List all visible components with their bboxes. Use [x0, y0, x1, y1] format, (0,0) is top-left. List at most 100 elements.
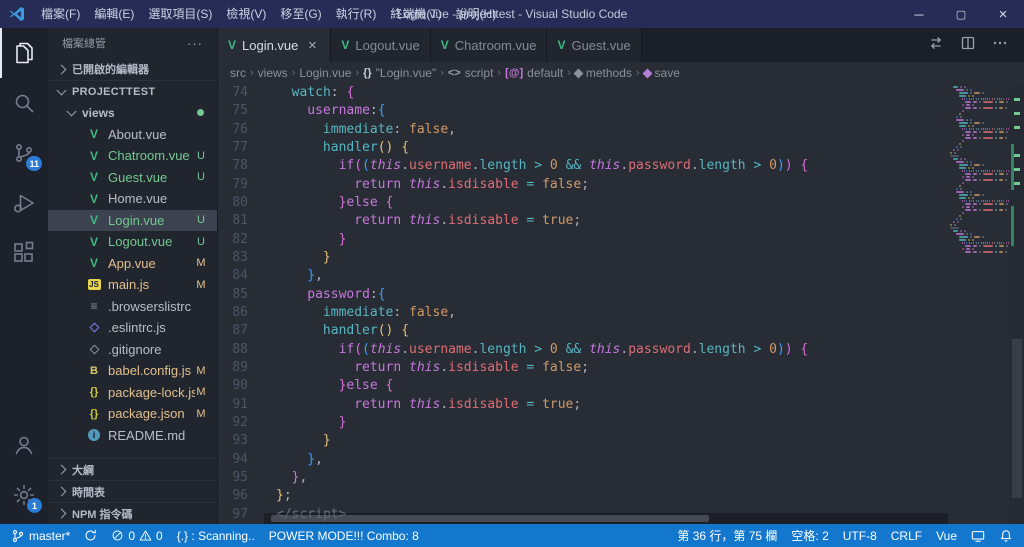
source-control-icon[interactable]: 11	[0, 128, 48, 178]
line-number[interactable]: 93	[218, 432, 264, 450]
line-number[interactable]: 80	[218, 194, 264, 212]
line-number[interactable]: 75	[218, 102, 264, 120]
tab-Guest.vue[interactable]: V Guest.vue	[547, 28, 642, 62]
menu-item-4[interactable]: 移至(G)	[273, 0, 328, 28]
code-line-74[interactable]: 74 watch: {	[218, 84, 948, 102]
open-changes-icon[interactable]	[928, 35, 944, 56]
menu-item-6[interactable]: 終端機(T)	[383, 0, 448, 28]
encoding-status[interactable]: UTF-8	[836, 524, 884, 547]
line-number[interactable]: 78	[218, 157, 264, 175]
menu-item-0[interactable]: 檔案(F)	[34, 0, 87, 28]
line-number[interactable]: 74	[218, 84, 264, 102]
code-line-78[interactable]: 78 if((this.username.length > 0 && this.p…	[218, 157, 948, 175]
tree-item-babel.config.js[interactable]: Bbabel.config.js M	[48, 360, 217, 382]
eslint-status[interactable]: {.} : Scanning..	[170, 524, 262, 547]
menu-item-5[interactable]: 執行(R)	[329, 0, 384, 28]
tree-item-package.json[interactable]: {} package.json M	[48, 403, 217, 425]
code-editor[interactable]: 74 watch: {75 username:{76 immediate: false…	[218, 84, 1024, 524]
section-open-editors[interactable]: 已開啟的編輯器	[48, 58, 217, 80]
section-project[interactable]: PROJECTTEST	[48, 80, 217, 102]
menu-item-2[interactable]: 選取項目(S)	[141, 0, 219, 28]
eol-status[interactable]: CRLF	[884, 524, 929, 547]
line-number[interactable]: 83	[218, 249, 264, 267]
screencast-icon[interactable]	[964, 524, 992, 547]
code-line-77[interactable]: 77 handler() {	[218, 139, 948, 157]
code-line-79[interactable]: 79 return this.isdisable = false;	[218, 176, 948, 194]
code-line-93[interactable]: 93}	[218, 432, 948, 450]
line-number[interactable]: 86	[218, 304, 264, 322]
tab-Logout.vue[interactable]: V Logout.vue	[331, 28, 431, 62]
minimap[interactable]	[950, 86, 1010, 254]
line-number[interactable]: 84	[218, 267, 264, 285]
tree-item-.gitignore[interactable]: .gitignore	[48, 339, 217, 361]
line-number[interactable]: 96	[218, 487, 264, 505]
problems-status[interactable]: 0 0	[104, 524, 169, 547]
tree-item-package-lock.json[interactable]: {}package-lock.jsonM	[48, 382, 217, 404]
language-mode[interactable]: Vue	[929, 524, 964, 547]
close-tab-icon[interactable]: ×	[304, 38, 320, 53]
breadcrumb-item-views[interactable]: views	[258, 66, 288, 80]
code-line-92[interactable]: 92}	[218, 414, 948, 432]
tree-item-.browserslistrc[interactable]: ≡ .browserslistrc	[48, 296, 217, 318]
tree-item-Guest.vue[interactable]: V Guest.vue U	[48, 167, 217, 189]
line-number[interactable]: 77	[218, 139, 264, 157]
tree-item-main.js[interactable]: JS main.js M	[48, 274, 217, 296]
line-number[interactable]: 79	[218, 176, 264, 194]
line-number[interactable]: 87	[218, 322, 264, 340]
settings-gear-icon[interactable]: 1	[0, 470, 48, 520]
tree-item-Logout.vue[interactable]: V Logout.vue U	[48, 231, 217, 253]
line-number[interactable]: 81	[218, 212, 264, 230]
tab-Login.vue[interactable]: V Login.vue ×	[218, 28, 332, 62]
code-line-87[interactable]: 87 handler() {	[218, 322, 948, 340]
tab-Chatroom.vue[interactable]: V Chatroom.vue	[430, 28, 548, 62]
code-line-89[interactable]: 89 return this.isdisable = false;	[218, 359, 948, 377]
line-number[interactable]: 92	[218, 414, 264, 432]
indentation-status[interactable]: 空格: 2	[784, 524, 835, 547]
code-line-86[interactable]: 86 immediate: false,	[218, 304, 948, 322]
code-line-75[interactable]: 75 username:{	[218, 102, 948, 120]
breadcrumb-item-src[interactable]: src	[230, 66, 246, 80]
explorer-icon[interactable]	[0, 28, 48, 78]
maximize-icon[interactable]: ▢	[940, 0, 982, 28]
code-line-94[interactable]: 94},	[218, 451, 948, 469]
code-line-95[interactable]: 95},	[218, 469, 948, 487]
account-icon[interactable]	[0, 420, 48, 470]
breadcrumb-item-methods[interactable]: methods	[573, 66, 632, 80]
menu-item-3[interactable]: 檢視(V)	[219, 0, 273, 28]
line-number[interactable]: 85	[218, 286, 264, 304]
line-number[interactable]: 76	[218, 121, 264, 139]
split-editor-icon[interactable]	[960, 35, 976, 56]
tree-item-views[interactable]: views	[48, 102, 217, 124]
breadcrumb-item-save[interactable]: save	[642, 66, 680, 80]
line-number[interactable]: 88	[218, 341, 264, 359]
line-number[interactable]: 94	[218, 451, 264, 469]
tree-item-.eslintrc.js[interactable]: .eslintrc.js	[48, 317, 217, 339]
breadcrumb-item-Login.vue[interactable]: {} "Login.vue"	[363, 66, 436, 80]
code-line-83[interactable]: 83}	[218, 249, 948, 267]
line-number[interactable]: 89	[218, 359, 264, 377]
search-icon[interactable]	[0, 78, 48, 128]
run-debug-icon[interactable]	[0, 178, 48, 228]
tree-item-About.vue[interactable]: V About.vue	[48, 124, 217, 146]
code-line-82[interactable]: 82}	[218, 231, 948, 249]
section-outline[interactable]: 大綱	[48, 458, 217, 480]
line-number[interactable]: 95	[218, 469, 264, 487]
section-timeline[interactable]: 時間表	[48, 480, 217, 502]
tree-item-App.vue[interactable]: V App.vue M	[48, 253, 217, 275]
code-line-76[interactable]: 76 immediate: false,	[218, 121, 948, 139]
menu-item-1[interactable]: 編輯(E)	[87, 0, 141, 28]
menu-item-7[interactable]: 說明(H)	[449, 0, 504, 28]
line-number[interactable]: 90	[218, 377, 264, 395]
notifications-bell-icon[interactable]	[992, 524, 1020, 547]
breadcrumb-item-default[interactable]: [@] default	[505, 66, 563, 80]
code-line-91[interactable]: 91 return this.isdisable = true;	[218, 396, 948, 414]
horizontal-scrollbar[interactable]	[264, 513, 948, 524]
line-number[interactable]: 97	[218, 506, 264, 524]
breadcrumb-item-script[interactable]: <> script	[448, 66, 494, 80]
close-icon[interactable]: ×	[982, 0, 1024, 28]
more-actions-icon[interactable]: ···	[187, 36, 203, 51]
line-number[interactable]: 82	[218, 231, 264, 249]
code-line-81[interactable]: 81 return this.isdisable = true;	[218, 212, 948, 230]
power-mode-status[interactable]: POWER MODE!!! Combo: 8	[262, 524, 426, 547]
git-branch-status[interactable]: master*	[4, 524, 77, 547]
